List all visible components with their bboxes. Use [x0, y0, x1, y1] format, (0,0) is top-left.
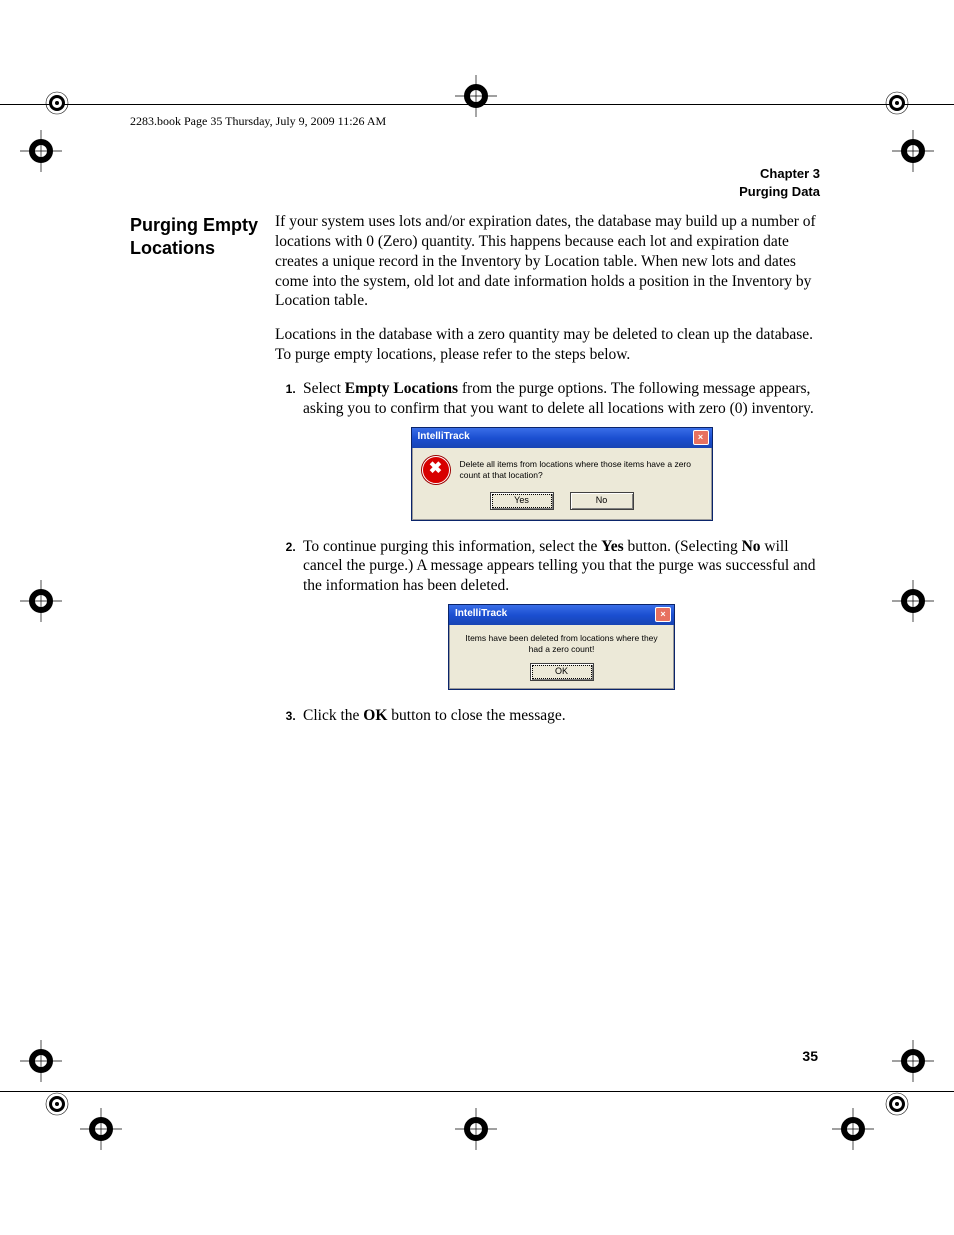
chapter-title: Purging Data [130, 183, 820, 201]
no-button[interactable]: No [570, 492, 634, 510]
body-column: If your system uses lots and/or expirati… [275, 212, 820, 740]
close-icon[interactable]: × [693, 430, 709, 445]
ok-button[interactable]: OK [530, 663, 594, 681]
page-content: Chapter 3 Purging Data Purging Empty Loc… [130, 165, 820, 740]
crosshair-icon [892, 1040, 934, 1082]
crosshair-icon [892, 130, 934, 172]
crop-line-bottom [0, 1091, 954, 1092]
dialog-titlebar: IntelliTrack × [449, 605, 674, 625]
confirm-dialog: IntelliTrack × ✖ Delete all items from l… [411, 427, 713, 521]
close-icon[interactable]: × [655, 607, 671, 622]
chapter-heading: Chapter 3 Purging Data [130, 165, 820, 200]
registration-mark-icon [884, 1091, 910, 1117]
crosshair-icon [20, 130, 62, 172]
section-heading: Purging Empty Locations [130, 212, 275, 740]
crosshair-icon [80, 1108, 122, 1150]
crosshair-icon [20, 1040, 62, 1082]
dialog-message: Items have been deleted from locations w… [459, 633, 664, 655]
dialog-message: Delete all items from locations where th… [460, 459, 702, 481]
info-dialog: IntelliTrack × Items have been deleted f… [448, 604, 675, 690]
error-icon: ✖ [422, 456, 450, 484]
step-2: To continue purging this information, se… [299, 537, 820, 690]
step-1: Select Empty Locations from the purge op… [299, 379, 820, 521]
dialog-title: IntelliTrack [455, 608, 507, 621]
crosshair-icon [832, 1108, 874, 1150]
registration-mark-icon [44, 90, 70, 116]
dialog-title: IntelliTrack [418, 431, 470, 444]
registration-mark-icon [884, 90, 910, 116]
crosshair-icon [20, 580, 62, 622]
crosshair-icon [455, 75, 497, 117]
dialog-titlebar: IntelliTrack × [412, 428, 712, 448]
paragraph: If your system uses lots and/or expirati… [275, 212, 820, 311]
step-3: Click the OK button to close the message… [299, 706, 820, 726]
registration-mark-icon [44, 1091, 70, 1117]
paragraph: Locations in the database with a zero qu… [275, 325, 820, 365]
chapter-number: Chapter 3 [130, 165, 820, 183]
yes-button[interactable]: Yes [490, 492, 554, 510]
crosshair-icon [892, 580, 934, 622]
crosshair-icon [455, 1108, 497, 1150]
running-header: 2283.book Page 35 Thursday, July 9, 2009… [130, 114, 386, 129]
page-number: 35 [802, 1048, 818, 1064]
